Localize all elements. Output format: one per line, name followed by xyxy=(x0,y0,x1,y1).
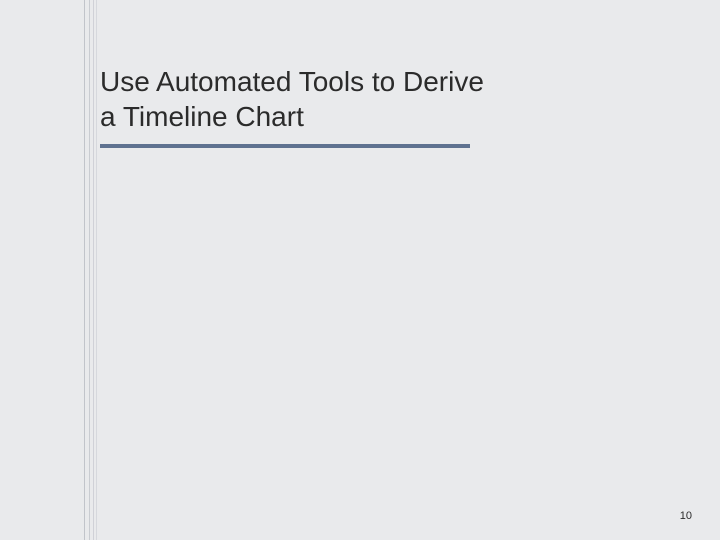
left-edge-decoration xyxy=(0,0,100,540)
slide-title: Use Automated Tools to Derive a Timeline… xyxy=(100,64,500,134)
decorative-line xyxy=(84,0,85,540)
decorative-line xyxy=(93,0,94,540)
decorative-line xyxy=(89,0,90,540)
page-number: 10 xyxy=(680,510,692,522)
slide: Use Automated Tools to Derive a Timeline… xyxy=(0,0,720,540)
title-underline xyxy=(100,144,470,148)
title-block: Use Automated Tools to Derive a Timeline… xyxy=(100,64,500,148)
decorative-line xyxy=(96,0,97,540)
